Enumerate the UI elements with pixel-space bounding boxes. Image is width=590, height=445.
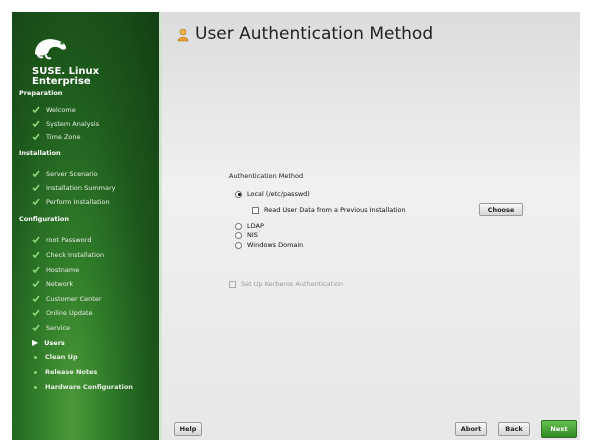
brand-line2: Enterprise [32, 76, 91, 87]
check-icon [32, 184, 40, 192]
checkbox[interactable] [252, 206, 259, 214]
help-button[interactable]: Help [174, 422, 202, 436]
back-button[interactable]: Back [498, 422, 530, 436]
kerberos-label: Set Up Kerberos Authentication [241, 280, 344, 288]
sidebar-item-label: System Analysis [46, 120, 100, 128]
check-icon [32, 120, 40, 128]
brand-text: SUSE. Linux Enterprise [32, 67, 99, 87]
radio-label-windows-domain: Windows Domain [247, 241, 304, 249]
sidebar-item-label: Welcome [46, 106, 76, 114]
radio-label-ldap: LDAP [247, 222, 264, 230]
check-icon [32, 106, 40, 114]
bullet-icon [34, 355, 37, 359]
sidebar-item-installation-summary: Installation Summary [32, 184, 115, 192]
sidebar-item-label: Hardware Configuration [45, 383, 133, 391]
kerberos-checkbox[interactable]: Set Up Kerberos Authentication [229, 280, 343, 288]
sidebar-item-time-zone: Time Zone [32, 133, 81, 141]
sidebar-item-users: ▶ Users [32, 338, 65, 348]
current-arrow-icon: ▶ [32, 338, 39, 347]
check-icon [32, 133, 40, 141]
sidebar-item-label: Users [44, 339, 65, 347]
check-icon [32, 266, 40, 274]
sidebar-item-label: Installation Summary [46, 184, 116, 192]
sidebar-item-label: Time Zone [46, 133, 81, 141]
bullet-icon [34, 370, 37, 374]
sidebar-item-online-update: Online Update [32, 309, 93, 317]
radio-button[interactable] [235, 222, 242, 230]
sidebar: SUSE. Linux Enterprise Preparation Welco… [12, 12, 162, 440]
check-icon [32, 295, 40, 303]
radio-label-nis: NIS [247, 231, 258, 239]
sidebar-item-check-installation: Check Installation [32, 251, 104, 259]
sidebar-item-label: Clean Up [45, 353, 78, 361]
sidebar-item-label: Online Update [46, 309, 93, 317]
sidebar-item-hostname: Hostname [32, 266, 79, 274]
radio-nis[interactable]: NIS [235, 231, 258, 239]
sidebar-item-label: Network [46, 280, 74, 288]
user-icon [177, 27, 189, 42]
read-user-data-checkbox[interactable]: Read User Data from a Previous Installat… [252, 206, 406, 214]
suse-logo-icon [32, 32, 72, 66]
abort-button[interactable]: Abort [455, 422, 487, 436]
choose-button[interactable]: Choose [479, 203, 523, 216]
check-icon [32, 280, 40, 288]
sidebar-item-welcome: Welcome [32, 106, 76, 114]
sidebar-item-label: Perform Installation [46, 198, 110, 206]
sidebar-item-label: Customer Center [46, 295, 102, 303]
main-panel: User Authentication Method Authenticatio… [162, 12, 580, 440]
sidebar-item-system-analysis: System Analysis [32, 120, 99, 128]
check-icon [32, 198, 40, 206]
page-title: User Authentication Method [195, 24, 434, 44]
sidebar-item-label: root Password [46, 236, 92, 244]
radio-windows-domain[interactable]: Windows Domain [235, 241, 303, 249]
sidebar-item-customer-center: Customer Center [32, 295, 102, 303]
sidebar-item-server-scenario: Server Scenario [32, 170, 98, 178]
checkbox[interactable] [229, 280, 236, 288]
sidebar-item-label: Server Scenario [46, 170, 98, 178]
installer-window: SUSE. Linux Enterprise Preparation Welco… [0, 0, 590, 445]
sidebar-item-label: Check Installation [46, 251, 105, 259]
radio-ldap[interactable]: LDAP [235, 222, 264, 230]
check-icon [32, 170, 40, 178]
sidebar-item-clean-up: Clean Up [32, 353, 78, 361]
radio-label-local: Local (/etc/passwd) [247, 190, 310, 198]
sidebar-item-release-notes: Release Notes [32, 368, 97, 376]
check-icon [32, 324, 40, 332]
sidebar-item-perform-installation: Perform Installation [32, 198, 110, 206]
check-icon [32, 251, 40, 259]
radio-button[interactable] [235, 190, 242, 198]
sidebar-item-network: Network [32, 280, 73, 288]
check-icon [32, 236, 40, 244]
sidebar-item-root-password: root Password [32, 236, 91, 244]
bullet-icon [34, 385, 37, 389]
section-configuration: Configuration [19, 215, 69, 223]
sidebar-item-label: Service [46, 324, 71, 332]
section-installation: Installation [19, 149, 61, 157]
sidebar-item-label: Hostname [46, 266, 80, 274]
sidebar-item-label: Release Notes [45, 368, 98, 376]
next-button[interactable]: Next [541, 420, 577, 438]
auth-method-group-label: Authentication Method [229, 172, 304, 180]
section-preparation: Preparation [19, 89, 63, 97]
sidebar-item-hardware-configuration: Hardware Configuration [32, 383, 133, 391]
radio-local[interactable]: Local (/etc/passwd) [235, 190, 310, 198]
sidebar-item-service: Service [32, 324, 70, 332]
title-bar: User Authentication Method [177, 24, 433, 44]
check-icon [32, 309, 40, 317]
radio-button[interactable] [235, 231, 242, 239]
checkbox-label: Read User Data from a Previous Installat… [264, 206, 406, 214]
radio-button[interactable] [235, 241, 242, 249]
